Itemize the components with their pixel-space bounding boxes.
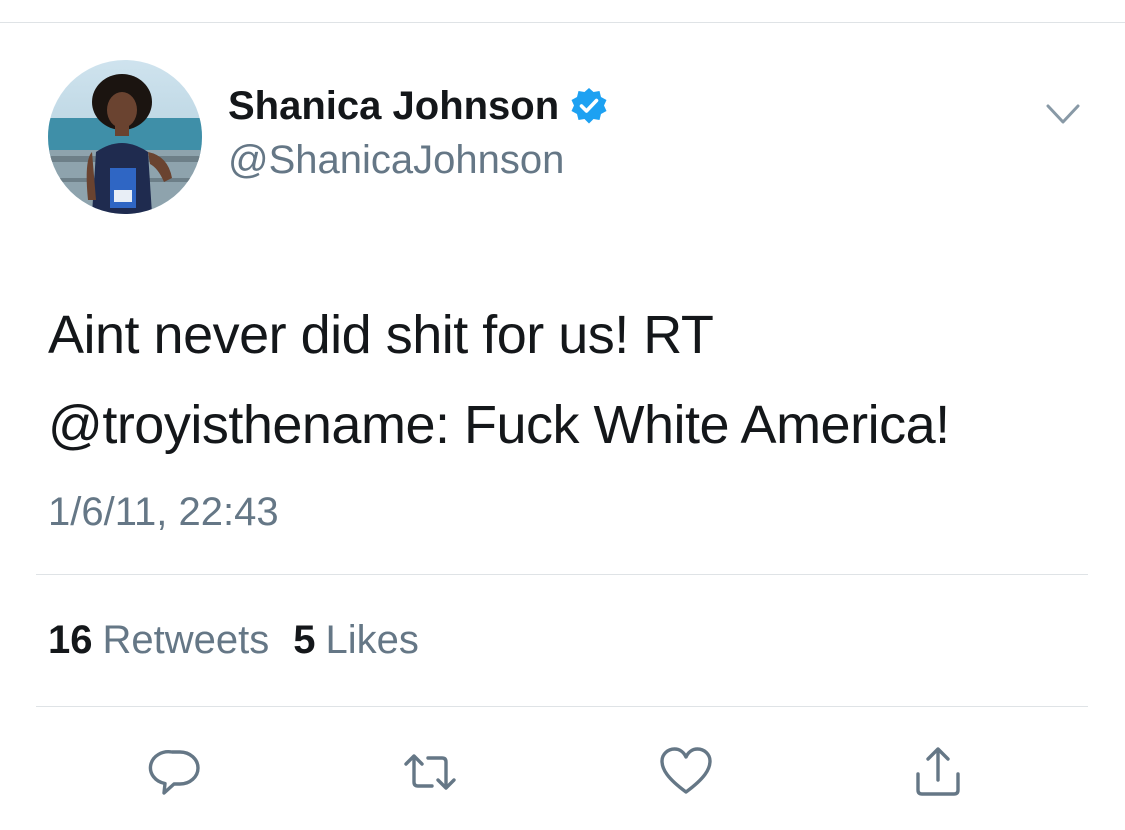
- display-name[interactable]: Shanica Johnson: [228, 84, 559, 129]
- retweets-stat[interactable]: 16 Retweets: [48, 618, 269, 663]
- divider: [36, 574, 1088, 575]
- verified-badge-icon: [569, 86, 609, 126]
- reply-button[interactable]: [146, 742, 206, 802]
- tweet-text-line: @troyisthename: Fuck White America!: [48, 395, 950, 455]
- tweet-menu-button[interactable]: [1040, 96, 1086, 132]
- likes-label: Likes: [325, 618, 419, 662]
- chevron-down-icon: [1046, 104, 1080, 124]
- author-name-row[interactable]: Shanica Johnson: [228, 80, 609, 132]
- retweet-arrows-icon: [404, 754, 456, 790]
- like-button[interactable]: [656, 742, 716, 802]
- divider: [36, 706, 1088, 707]
- retweet-button[interactable]: [400, 742, 460, 802]
- avatar[interactable]: [48, 60, 202, 214]
- speech-bubble-icon: [148, 750, 200, 795]
- likes-stat[interactable]: 5 Likes: [293, 618, 419, 663]
- tweet-text-line: Aint never did shit for us! RT: [48, 305, 714, 365]
- tweet-stats: 16 Retweets 5 Likes: [48, 618, 443, 663]
- share-upload-icon: [916, 747, 960, 796]
- likes-count: 5: [293, 618, 316, 662]
- tweet-timestamp: 1/6/11, 22:43: [48, 490, 279, 534]
- author-handle[interactable]: @ShanicaJohnson: [228, 138, 564, 183]
- profile-photo-icon: [48, 60, 202, 214]
- tweet-text: Aint never did shit for us! RT @troyisth…: [48, 290, 1108, 470]
- top-divider: [0, 22, 1125, 23]
- share-button[interactable]: [908, 742, 968, 802]
- heart-icon: [660, 747, 712, 794]
- retweets-count: 16: [48, 618, 93, 662]
- retweets-label: Retweets: [102, 618, 270, 662]
